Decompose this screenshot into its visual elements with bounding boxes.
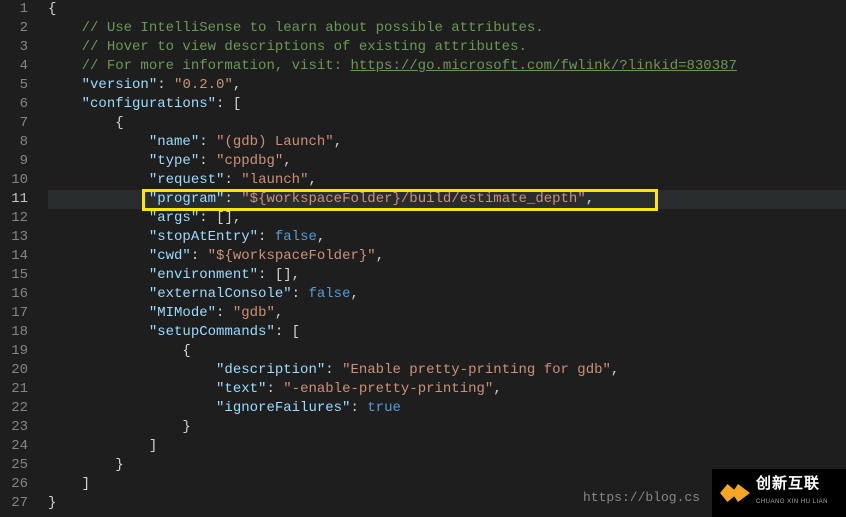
code-line: ] — [48, 437, 846, 456]
json-key: "ignoreFailures" — [216, 400, 350, 416]
brand-name-cn: 创新互联 — [756, 474, 828, 493]
code-line: "environment": [], — [48, 266, 846, 285]
json-key: "program" — [149, 191, 225, 207]
code-line: "args": [], — [48, 209, 846, 228]
code-line: "request": "launch", — [48, 171, 846, 190]
comment-link[interactable]: https://go.microsoft.com/fwlink/?linkid=… — [350, 58, 736, 74]
watermark-text: https://blog.cs — [583, 488, 700, 507]
code-line: // Hover to view descriptions of existin… — [48, 38, 846, 57]
code-line: // For more information, visit: https://… — [48, 57, 846, 76]
json-key: "version" — [82, 77, 158, 93]
json-key: "setupCommands" — [149, 324, 275, 340]
code-line: "description": "Enable pretty-printing f… — [48, 361, 846, 380]
json-key: "environment" — [149, 267, 258, 283]
json-string: "(gdb) Launch" — [216, 134, 334, 150]
json-string: "-enable-pretty-printing" — [283, 381, 493, 397]
code-line: "externalConsole": false, — [48, 285, 846, 304]
json-string: "${workspaceFolder}/build/estimate_depth… — [241, 191, 585, 207]
code-editor[interactable]: 1234567891011121314151617181920212223242… — [0, 0, 846, 517]
code-area[interactable]: { // Use IntelliSense to learn about pos… — [42, 0, 846, 517]
json-key: "externalConsole" — [149, 286, 292, 302]
code-line: "stopAtEntry": false, — [48, 228, 846, 247]
code-line: "configurations": [ — [48, 95, 846, 114]
comment: // Hover to view descriptions of existin… — [82, 39, 527, 55]
code-line: "type": "cppdbg", — [48, 152, 846, 171]
json-key: "text" — [216, 381, 266, 397]
json-string: "launch" — [241, 172, 308, 188]
code-line: "setupCommands": [ — [48, 323, 846, 342]
code-line: "version": "0.2.0", — [48, 76, 846, 95]
json-bool: false — [308, 286, 350, 302]
json-bool: false — [275, 229, 317, 245]
code-line: "cwd": "${workspaceFolder}", — [48, 247, 846, 266]
json-string: "Enable pretty-printing for gdb" — [342, 362, 611, 378]
json-string: "0.2.0" — [174, 77, 233, 93]
json-key: "request" — [149, 172, 225, 188]
brand-text: 创新互联 CHUANG XIN HU LIAN — [756, 474, 828, 512]
json-key: "MIMode" — [149, 305, 216, 321]
json-string: "gdb" — [233, 305, 275, 321]
json-key: "args" — [149, 210, 199, 226]
json-key: "cwd" — [149, 248, 191, 264]
code-line: "MIMode": "gdb", — [48, 304, 846, 323]
brand-name-en: CHUANG XIN HU LIAN — [756, 493, 828, 512]
brand-logo-icon — [720, 478, 750, 508]
json-key: "name" — [149, 134, 199, 150]
code-line: { — [48, 114, 846, 133]
json-key: "type" — [149, 153, 199, 169]
json-string: "cppdbg" — [216, 153, 283, 169]
code-line: { — [48, 0, 846, 19]
brace: { — [48, 1, 56, 17]
json-key: "description" — [216, 362, 325, 378]
code-line: // Use IntelliSense to learn about possi… — [48, 19, 846, 38]
comment: // For more information, visit: — [82, 58, 351, 74]
code-line: "text": "-enable-pretty-printing", — [48, 380, 846, 399]
json-key: "stopAtEntry" — [149, 229, 258, 245]
line-number-gutter: 1234567891011121314151617181920212223242… — [0, 0, 42, 517]
json-string: "${workspaceFolder}" — [208, 248, 376, 264]
code-line: "name": "(gdb) Launch", — [48, 133, 846, 152]
code-line: { — [48, 342, 846, 361]
brand-badge: 创新互联 CHUANG XIN HU LIAN — [712, 469, 846, 517]
json-bool: true — [367, 400, 401, 416]
json-key: "configurations" — [82, 96, 216, 112]
code-line-active: "program": "${workspaceFolder}/build/est… — [48, 190, 846, 209]
code-line: "ignoreFailures": true — [48, 399, 846, 418]
code-line: } — [48, 418, 846, 437]
comment: // Use IntelliSense to learn about possi… — [82, 20, 544, 36]
